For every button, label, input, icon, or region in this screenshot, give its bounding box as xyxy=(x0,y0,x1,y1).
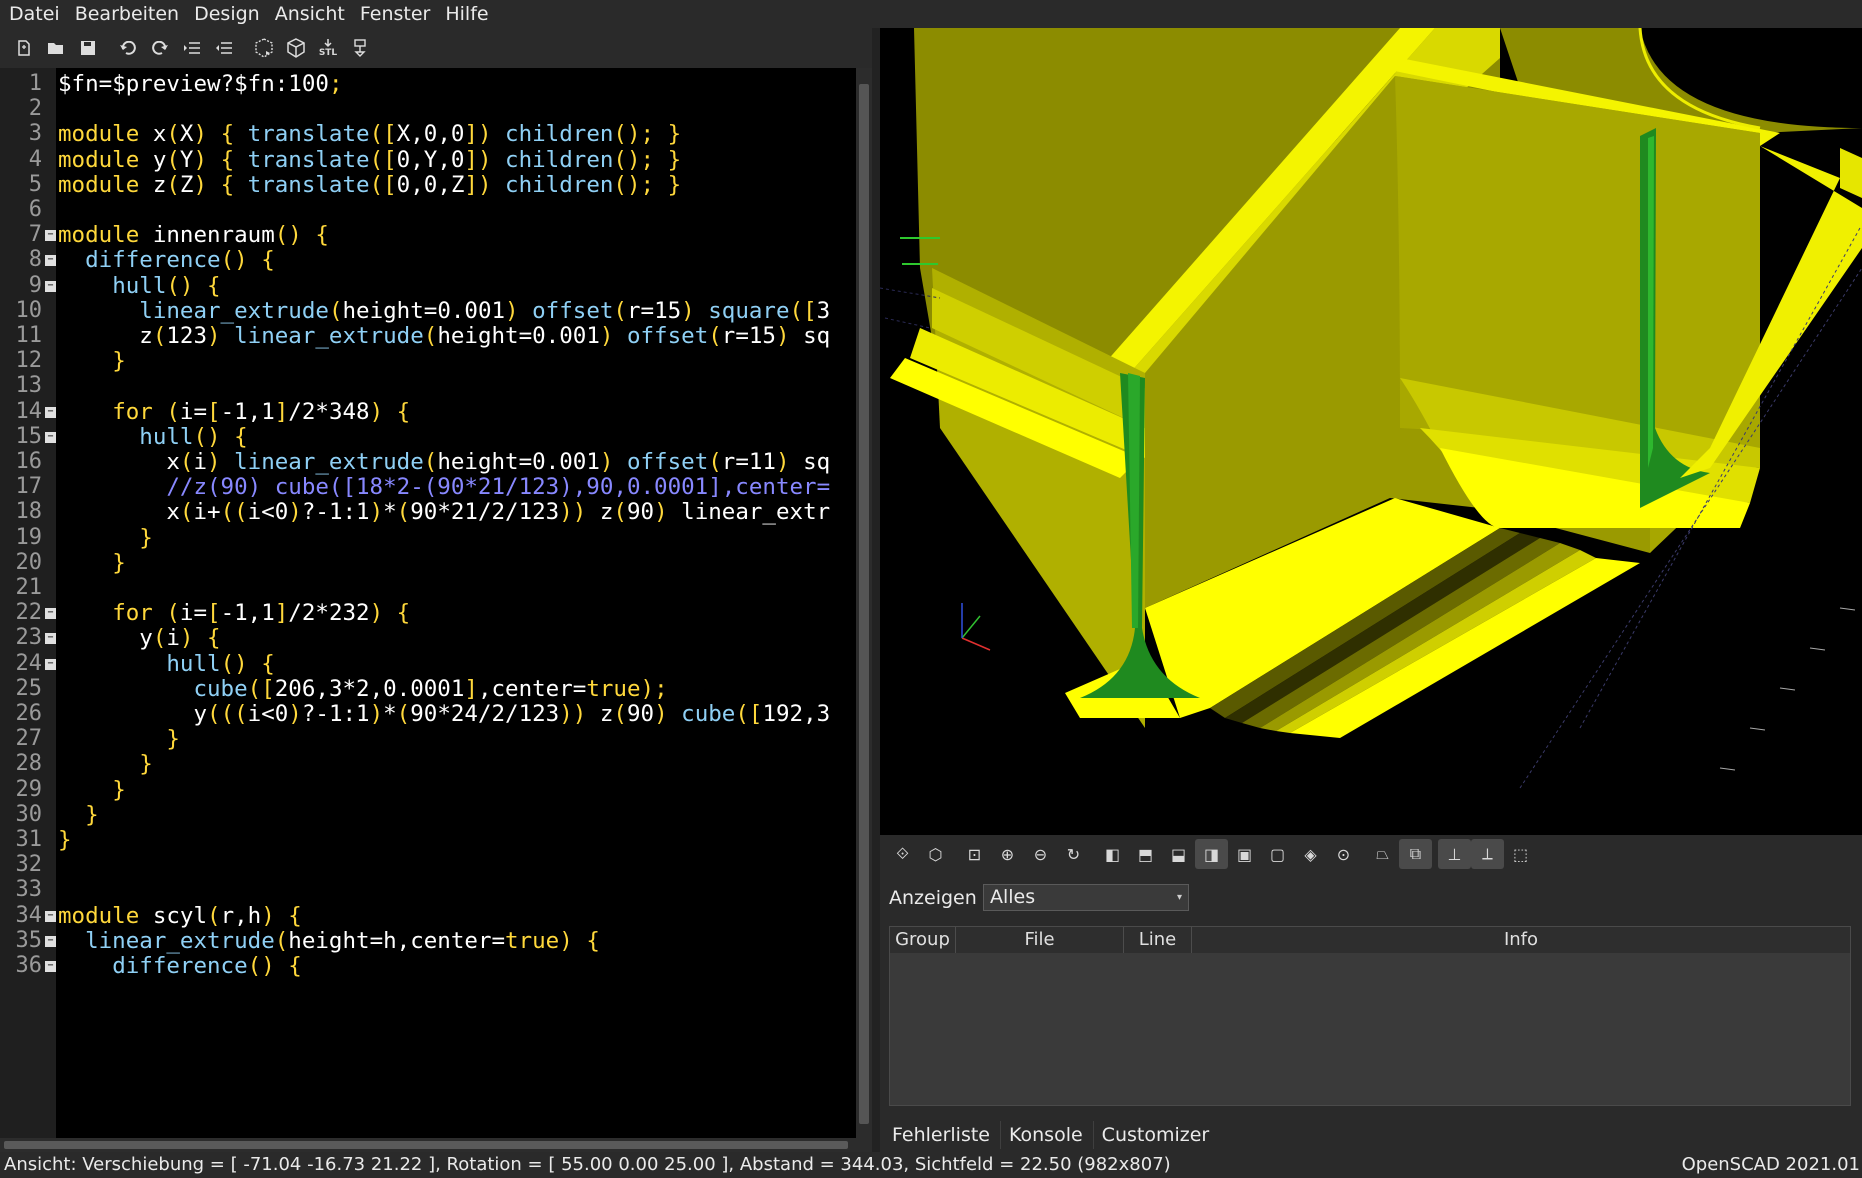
menu-datei[interactable]: Datei xyxy=(0,3,66,25)
fold-toggle-icon[interactable]: − xyxy=(45,406,56,418)
zoom-out-icon[interactable]: ⊖ xyxy=(1024,839,1057,869)
reset-view-icon[interactable]: ↻ xyxy=(1057,839,1090,869)
tab-fehlerliste[interactable]: Fehlerliste xyxy=(884,1120,1001,1149)
fold-toggle-icon[interactable]: − xyxy=(45,431,56,443)
indent-icon[interactable] xyxy=(176,32,208,64)
orthogonal-icon[interactable]: ⧉ xyxy=(1399,839,1432,869)
view-all-icon[interactable]: ⊡ xyxy=(958,839,991,869)
unindent-icon[interactable] xyxy=(208,32,240,64)
line-number: 36 xyxy=(15,953,43,978)
fold-toggle-icon[interactable]: − xyxy=(45,280,56,292)
show-scale-icon[interactable]: ⟂ xyxy=(1471,839,1504,869)
open-file-icon[interactable] xyxy=(40,32,72,64)
tab-konsole[interactable]: Konsole xyxy=(1001,1120,1094,1149)
show-filter-label: Anzeigen xyxy=(889,887,977,909)
3d-viewport[interactable] xyxy=(880,28,1862,835)
fold-toggle-icon[interactable]: − xyxy=(45,961,56,972)
error-list-panel: Anzeigen Alles ▾ Group File Line Info xyxy=(880,873,1862,1117)
column-header-file[interactable]: File xyxy=(956,927,1124,953)
editor-toolbar: STL xyxy=(0,28,880,68)
view-center-icon[interactable]: ⊙ xyxy=(1327,839,1360,869)
code-line[interactable]: difference() { xyxy=(58,951,302,981)
preview-icon[interactable] xyxy=(248,32,280,64)
fold-toggle-icon[interactable]: − xyxy=(45,633,56,645)
view-status-text: Ansicht: Verschiebung = [ -71.04 -16.73 … xyxy=(4,1154,1171,1175)
code-line[interactable]: x(i+((i<0)?-1:1)*(90*21/2/123)) z(90) li… xyxy=(58,497,830,527)
status-bar: Ansicht: Verschiebung = [ -71.04 -16.73 … xyxy=(0,1152,1862,1178)
menu-bar: Datei Bearbeiten Design Ansicht Fenster … xyxy=(0,0,1862,28)
menu-bearbeiten[interactable]: Bearbeiten xyxy=(66,3,185,25)
code-line[interactable]: } xyxy=(58,548,126,578)
editor-vertical-scrollbar-thumb[interactable] xyxy=(859,84,869,1124)
column-header-group[interactable]: Group xyxy=(890,927,956,953)
view-diagonal-icon[interactable]: ◈ xyxy=(1294,839,1327,869)
fold-toggle-icon[interactable]: − xyxy=(45,255,56,267)
new-file-icon[interactable] xyxy=(8,32,40,64)
code-line[interactable]: } xyxy=(58,825,72,855)
editor-horizontal-scrollbar-thumb[interactable] xyxy=(4,1141,848,1149)
bottom-tabs: Fehlerliste Konsole Customizer xyxy=(880,1117,1862,1152)
render-icon[interactable]: ⬡ xyxy=(919,839,952,869)
view-left-icon[interactable]: ◨ xyxy=(1195,839,1228,869)
export-stl-icon[interactable]: STL xyxy=(312,32,344,64)
view-bottom-icon[interactable]: ⬓ xyxy=(1162,839,1195,869)
export-stl-label: STL xyxy=(318,47,338,58)
error-table-header: Group File Line Info xyxy=(890,927,1850,953)
redo-icon[interactable] xyxy=(144,32,176,64)
dropdown-arrow-icon: ▾ xyxy=(1176,892,1182,903)
menu-design[interactable]: Design xyxy=(185,3,266,25)
tab-customizer[interactable]: Customizer xyxy=(1094,1121,1220,1149)
version-text: OpenSCAD 2021.01 xyxy=(1681,1154,1860,1175)
code-line[interactable]: $fn=$preview?$fn:100; xyxy=(58,69,342,99)
fold-toggle-icon[interactable]: − xyxy=(45,910,56,922)
perspective-icon[interactable]: ⏢ xyxy=(1366,839,1399,869)
view-front-icon[interactable]: ▣ xyxy=(1228,839,1261,869)
code-line[interactable]: module z(Z) { translate([0,0,Z]) childre… xyxy=(58,170,681,200)
send-to-print-icon[interactable] xyxy=(344,32,376,64)
line-number-gutter: 1 2 3 4 5 6 7−8−9−10 11 12 13 14−15−16 17 18 19 20 21 22… xyxy=(0,68,56,1140)
undo-icon[interactable] xyxy=(112,32,144,64)
column-header-line[interactable]: Line xyxy=(1124,927,1192,953)
menu-fenster[interactable]: Fenster xyxy=(351,3,436,25)
code-editor[interactable]: 1 2 3 4 5 6 7−8−9−10 11 12 13 14−15−16 17 18 19 20 21 22… xyxy=(0,68,872,1140)
column-header-info[interactable]: Info xyxy=(1192,927,1850,953)
rendered-model xyxy=(880,28,1862,835)
view-right-icon[interactable]: ◧ xyxy=(1096,839,1129,869)
fold-toggle-icon[interactable]: − xyxy=(45,935,56,947)
menu-hilfe[interactable]: Hilfe xyxy=(436,3,494,25)
save-icon[interactable] xyxy=(72,32,104,64)
menu-ansicht[interactable]: Ansicht xyxy=(266,3,351,25)
preview-icon[interactable]: ⟐ xyxy=(886,839,919,869)
editor-viewport-splitter[interactable] xyxy=(872,28,880,1152)
viewport-toolbar: ⟐ ⬡ ⊡ ⊕ ⊖ ↻ ◧ ⬒ ⬓ ◨ ▣ ▢ ◈ ⊙ ⏢ ⧉ ⊥ ⟂ ⬚ xyxy=(880,835,1862,873)
zoom-in-icon[interactable]: ⊕ xyxy=(991,839,1024,869)
fold-toggle-icon[interactable]: − xyxy=(45,658,56,670)
fold-toggle-icon[interactable]: − xyxy=(45,230,56,242)
show-filter-value: Alles xyxy=(990,886,1036,908)
fold-toggle-icon[interactable]: − xyxy=(45,608,56,620)
show-filter-select[interactable]: Alles ▾ xyxy=(983,884,1189,911)
render-icon[interactable] xyxy=(280,32,312,64)
show-axes-icon[interactable]: ⊥ xyxy=(1438,839,1471,869)
code-line[interactable]: z(123) linear_extrude(height=0.001) offs… xyxy=(58,321,830,351)
view-top-icon[interactable]: ⬒ xyxy=(1129,839,1162,869)
error-table[interactable]: Group File Line Info xyxy=(889,926,1851,1106)
show-edges-icon[interactable]: ⬚ xyxy=(1504,839,1537,869)
code-line[interactable]: } xyxy=(58,346,126,376)
view-back-icon[interactable]: ▢ xyxy=(1261,839,1294,869)
